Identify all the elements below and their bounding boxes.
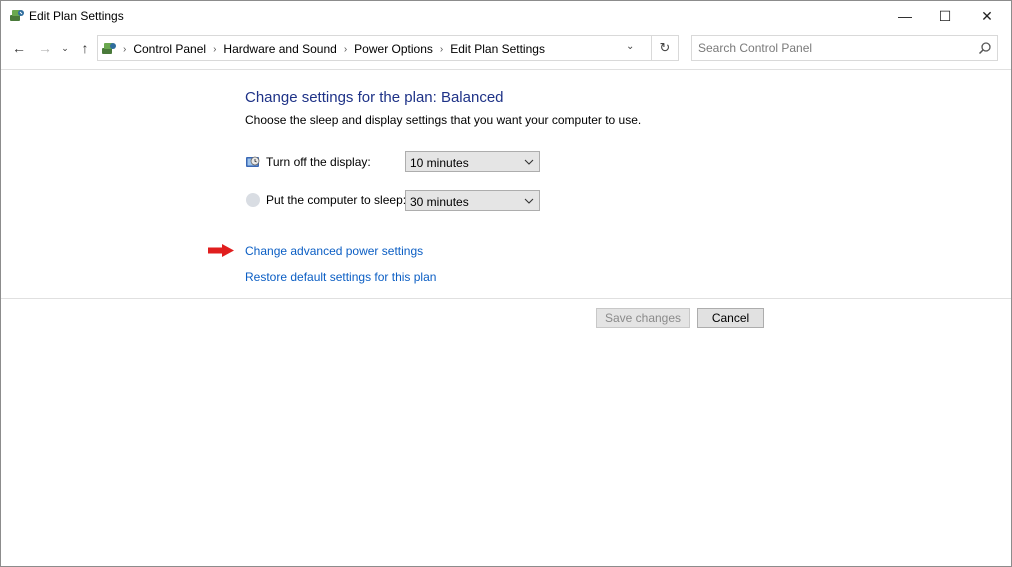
back-button[interactable]: ← <box>10 38 28 58</box>
breadcrumb-control-panel[interactable]: Control Panel <box>133 42 206 56</box>
save-changes-button[interactable]: Save changes <box>596 308 690 328</box>
cancel-button[interactable]: Cancel <box>697 308 764 328</box>
address-dropdown-icon[interactable]: ⌄ <box>626 41 634 52</box>
breadcrumb-separator-icon[interactable]: › <box>344 44 347 55</box>
maximize-icon: ☐ <box>938 7 952 24</box>
display-off-label: Turn off the display: <box>266 155 371 169</box>
page-title: Change settings for the plan: Balanced <box>245 89 504 106</box>
forward-arrow-icon: → <box>38 40 52 56</box>
advanced-power-settings-link[interactable]: Change advanced power settings <box>245 244 423 258</box>
search-box <box>691 35 998 61</box>
edit-plan-settings-window: Edit Plan Settings — ☐ ✕ ← → ⌄ ↑ › Contr… <box>0 0 1012 567</box>
display-off-value: 10 minutes <box>410 156 469 170</box>
control-panel-icon <box>102 43 116 54</box>
recent-locations-button[interactable]: ⌄ <box>59 38 71 58</box>
close-icon: ✕ <box>981 7 993 24</box>
refresh-button[interactable]: ↻ <box>652 35 679 61</box>
back-arrow-icon: ← <box>12 40 26 56</box>
search-icon[interactable] <box>978 41 992 55</box>
forward-button[interactable]: → <box>36 38 54 58</box>
breadcrumb-separator-icon: › <box>123 43 127 55</box>
breadcrumb-power-options[interactable]: Power Options <box>354 42 433 56</box>
red-arrow-icon <box>208 244 234 257</box>
navigation-bar: ← → ⌄ ↑ › Control Panel › Hardware and S… <box>1 31 1011 65</box>
sleep-select[interactable]: 30 minutes <box>405 190 540 211</box>
maximize-button[interactable]: ☐ <box>922 1 968 31</box>
refresh-icon: ↻ <box>659 40 671 55</box>
address-bar[interactable]: › Control Panel › Hardware and Sound › P… <box>97 35 652 61</box>
title-bar: Edit Plan Settings — ☐ ✕ <box>1 1 1011 31</box>
control-panel-icon <box>10 10 24 21</box>
page-description: Choose the sleep and display settings th… <box>245 113 642 127</box>
display-off-select[interactable]: 10 minutes <box>405 151 540 172</box>
sleep-moon-icon <box>246 193 260 207</box>
breadcrumb: › Control Panel › Hardware and Sound › P… <box>120 42 545 56</box>
sleep-value: 30 minutes <box>410 195 469 209</box>
up-arrow-icon: ↑ <box>81 40 89 56</box>
breadcrumb-separator-icon[interactable]: › <box>213 44 216 55</box>
divider <box>1 298 1011 299</box>
search-input[interactable] <box>692 36 972 60</box>
chevron-down-icon: ⌄ <box>61 42 69 53</box>
sleep-label: Put the computer to sleep: <box>266 193 407 207</box>
breadcrumb-separator-icon[interactable]: › <box>440 44 443 55</box>
restore-defaults-link[interactable]: Restore default settings for this plan <box>245 270 436 284</box>
monitor-power-icon <box>246 156 260 167</box>
close-button[interactable]: ✕ <box>964 1 1010 31</box>
up-button[interactable]: ↑ <box>76 38 94 58</box>
window-title: Edit Plan Settings <box>29 9 124 23</box>
breadcrumb-edit-plan-settings[interactable]: Edit Plan Settings <box>450 42 545 56</box>
divider <box>1 69 1011 70</box>
chevron-down-icon <box>524 198 534 204</box>
chevron-down-icon <box>524 159 534 165</box>
breadcrumb-hardware-and-sound[interactable]: Hardware and Sound <box>223 42 336 56</box>
minimize-icon: — <box>898 8 912 24</box>
